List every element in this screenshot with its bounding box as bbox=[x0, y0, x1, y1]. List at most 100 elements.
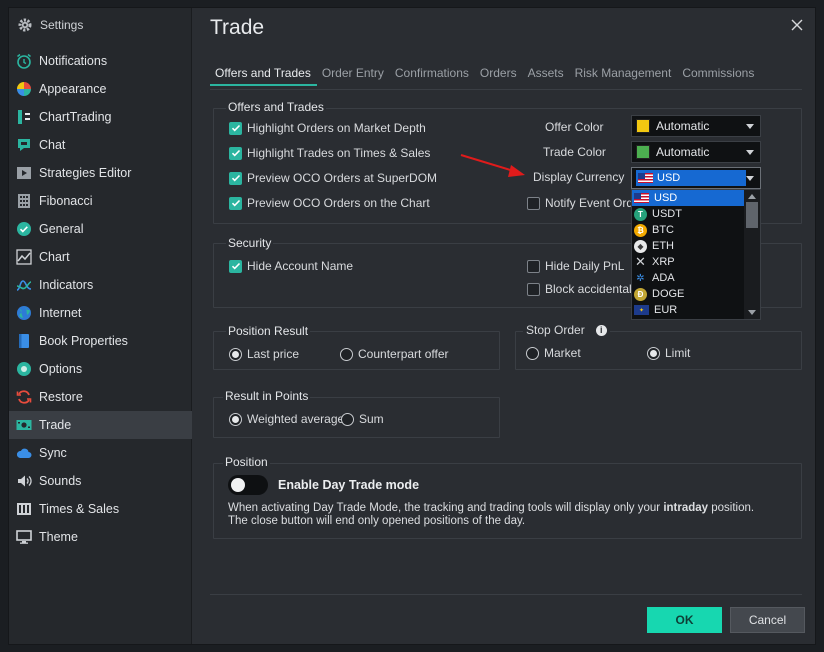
scroll-up-icon[interactable] bbox=[748, 194, 756, 199]
tabs-divider bbox=[210, 89, 802, 90]
tab-order-entry[interactable]: Order Entry bbox=[317, 66, 390, 86]
stop-order-header: Stop Order i bbox=[523, 323, 610, 337]
tab-assets[interactable]: Assets bbox=[523, 66, 570, 86]
currency-option-btc[interactable]: ₿ BTC bbox=[632, 222, 744, 238]
gear-icon bbox=[17, 17, 33, 33]
tab-offers-and-trades[interactable]: Offers and Trades bbox=[210, 66, 317, 86]
sidebar-item-charttrading[interactable]: ChartTrading bbox=[9, 103, 192, 131]
display-currency-current: USD bbox=[636, 170, 746, 186]
checkbox-checked-icon bbox=[229, 196, 242, 210]
currency-option-ada[interactable]: ✲ ADA bbox=[632, 270, 744, 286]
sidebar-item-trade[interactable]: Trade bbox=[9, 411, 192, 439]
close-button[interactable] bbox=[789, 18, 805, 34]
checkbox-checked-icon bbox=[229, 171, 242, 185]
sidebar-item-indicators[interactable]: Indicators bbox=[9, 271, 192, 299]
sidebar-item-sync[interactable]: Sync bbox=[9, 439, 192, 467]
sidebar-item-internet[interactable]: Internet bbox=[9, 299, 192, 327]
sidebar-item-strategies-editor[interactable]: Strategies Editor bbox=[9, 159, 192, 187]
position-group-label: Position bbox=[223, 455, 270, 469]
sidebar-item-appearance[interactable]: Appearance bbox=[9, 75, 192, 103]
globe-icon bbox=[16, 305, 32, 321]
us-flag-icon bbox=[634, 193, 649, 203]
radio-last-price[interactable]: Last price bbox=[229, 347, 299, 361]
check-preview-oco-superdom[interactable]: Preview OCO Orders at SuperDOM bbox=[229, 171, 437, 185]
position-result-label: Position Result bbox=[226, 324, 311, 338]
cloud-icon bbox=[16, 445, 32, 461]
sidebar-item-label: Trade bbox=[39, 418, 72, 432]
day-trade-toggle[interactable] bbox=[228, 475, 268, 495]
currency-option-eur[interactable]: ✦ EUR bbox=[632, 302, 744, 318]
radio-weighted-average[interactable]: Weighted average bbox=[229, 412, 344, 426]
radio-sum[interactable]: Sum bbox=[341, 412, 384, 426]
checkbox-label: Highlight Orders on Market Depth bbox=[247, 121, 426, 135]
info-icon[interactable]: i bbox=[595, 324, 607, 336]
currency-option-label: EUR bbox=[654, 304, 678, 316]
sidebar-item-general[interactable]: General bbox=[9, 215, 192, 243]
radio-counterpart-offer[interactable]: Counterpart offer bbox=[340, 347, 449, 361]
radio-label: Sum bbox=[359, 412, 384, 426]
scrollbar-thumb[interactable] bbox=[746, 202, 758, 228]
sidebar-item-book-properties[interactable]: Book Properties bbox=[9, 327, 192, 355]
cancel-button[interactable]: Cancel bbox=[730, 607, 805, 633]
chevron-down-icon bbox=[746, 176, 754, 181]
tab-confirmations[interactable]: Confirmations bbox=[390, 66, 475, 86]
page-title: Trade bbox=[210, 16, 265, 39]
radio-selected-icon bbox=[229, 347, 242, 361]
sidebar-item-theme[interactable]: Theme bbox=[9, 523, 192, 551]
currency-option-usdt[interactable]: T USDT bbox=[632, 206, 744, 222]
palette-icon bbox=[16, 81, 32, 97]
day-trade-description: When activating Day Trade Mode, the trac… bbox=[228, 502, 754, 515]
currency-option-usd[interactable]: USD bbox=[632, 190, 744, 206]
check-hide-account[interactable]: Hide Account Name bbox=[229, 259, 353, 273]
book-icon bbox=[16, 333, 32, 349]
currency-option-label: BTC bbox=[652, 224, 674, 236]
radio-market[interactable]: Market bbox=[526, 346, 581, 360]
eu-flag-icon: ✦ bbox=[634, 305, 649, 315]
display-currency-label: Display Currency bbox=[533, 170, 625, 184]
display-currency-select[interactable]: USD bbox=[631, 167, 761, 189]
ok-button[interactable]: OK bbox=[647, 607, 722, 633]
day-trade-toggle-row[interactable]: Enable Day Trade mode bbox=[228, 475, 419, 495]
dropdown-scrollbar[interactable] bbox=[744, 190, 760, 319]
currency-option-eth[interactable]: ◆ ETH bbox=[632, 238, 744, 254]
checkbox-label: Hide Daily PnL bbox=[545, 259, 625, 273]
radio-label: Limit bbox=[665, 346, 691, 360]
grid-icon bbox=[16, 193, 32, 209]
sidebar-item-label: Appearance bbox=[39, 82, 107, 96]
speaker-icon bbox=[16, 473, 32, 489]
sidebar-item-chat[interactable]: Chat bbox=[9, 131, 192, 159]
sidebar-item-notifications[interactable]: Notifications bbox=[9, 47, 192, 75]
scroll-down-icon[interactable] bbox=[748, 310, 756, 315]
currency-option-label: ETH bbox=[652, 240, 674, 252]
sidebar-item-sounds[interactable]: Sounds bbox=[9, 467, 192, 495]
sidebar-item-label: Internet bbox=[39, 306, 82, 320]
check-notify-event[interactable]: Notify Event Orde bbox=[527, 196, 640, 210]
currency-option-xrp[interactable]: ✕ XRP bbox=[632, 254, 744, 270]
check-preview-oco-chart[interactable]: Preview OCO Orders on the Chart bbox=[229, 196, 430, 210]
check-highlight-orders[interactable]: Highlight Orders on Market Depth bbox=[229, 121, 426, 135]
sidebar-item-chart[interactable]: Chart bbox=[9, 243, 192, 271]
sidebar-item-restore[interactable]: Restore bbox=[9, 383, 192, 411]
tether-icon: T bbox=[634, 207, 647, 221]
currency-option-doge[interactable]: Ð DOGE bbox=[632, 286, 744, 302]
tab-commissions[interactable]: Commissions bbox=[677, 66, 760, 86]
tab-orders[interactable]: Orders bbox=[475, 66, 523, 86]
check-block-accidental[interactable]: Block accidental or bbox=[527, 282, 646, 296]
sidebar-item-options[interactable]: Options bbox=[9, 355, 192, 383]
check-highlight-trades[interactable]: Highlight Trades on Times & Sales bbox=[229, 146, 430, 160]
sidebar-item-times-sales[interactable]: Times & Sales bbox=[9, 495, 192, 523]
options-icon bbox=[16, 361, 32, 377]
chevron-down-icon bbox=[746, 124, 754, 129]
tab-risk-management[interactable]: Risk Management bbox=[570, 66, 678, 86]
checkbox-checked-icon bbox=[229, 259, 242, 273]
trade-color-select[interactable]: Automatic bbox=[631, 141, 761, 163]
radio-limit[interactable]: Limit bbox=[647, 346, 690, 360]
currency-option-label: ADA bbox=[652, 272, 675, 284]
offer-color-select[interactable]: Automatic bbox=[631, 115, 761, 137]
radio-label: Market bbox=[544, 346, 581, 360]
radio-label: Weighted average bbox=[247, 412, 345, 426]
sidebar-item-fibonacci[interactable]: Fibonacci bbox=[9, 187, 192, 215]
trade-color-swatch bbox=[636, 145, 650, 159]
times-sales-icon bbox=[16, 501, 32, 517]
check-hide-daily-pnl[interactable]: Hide Daily PnL bbox=[527, 259, 624, 273]
